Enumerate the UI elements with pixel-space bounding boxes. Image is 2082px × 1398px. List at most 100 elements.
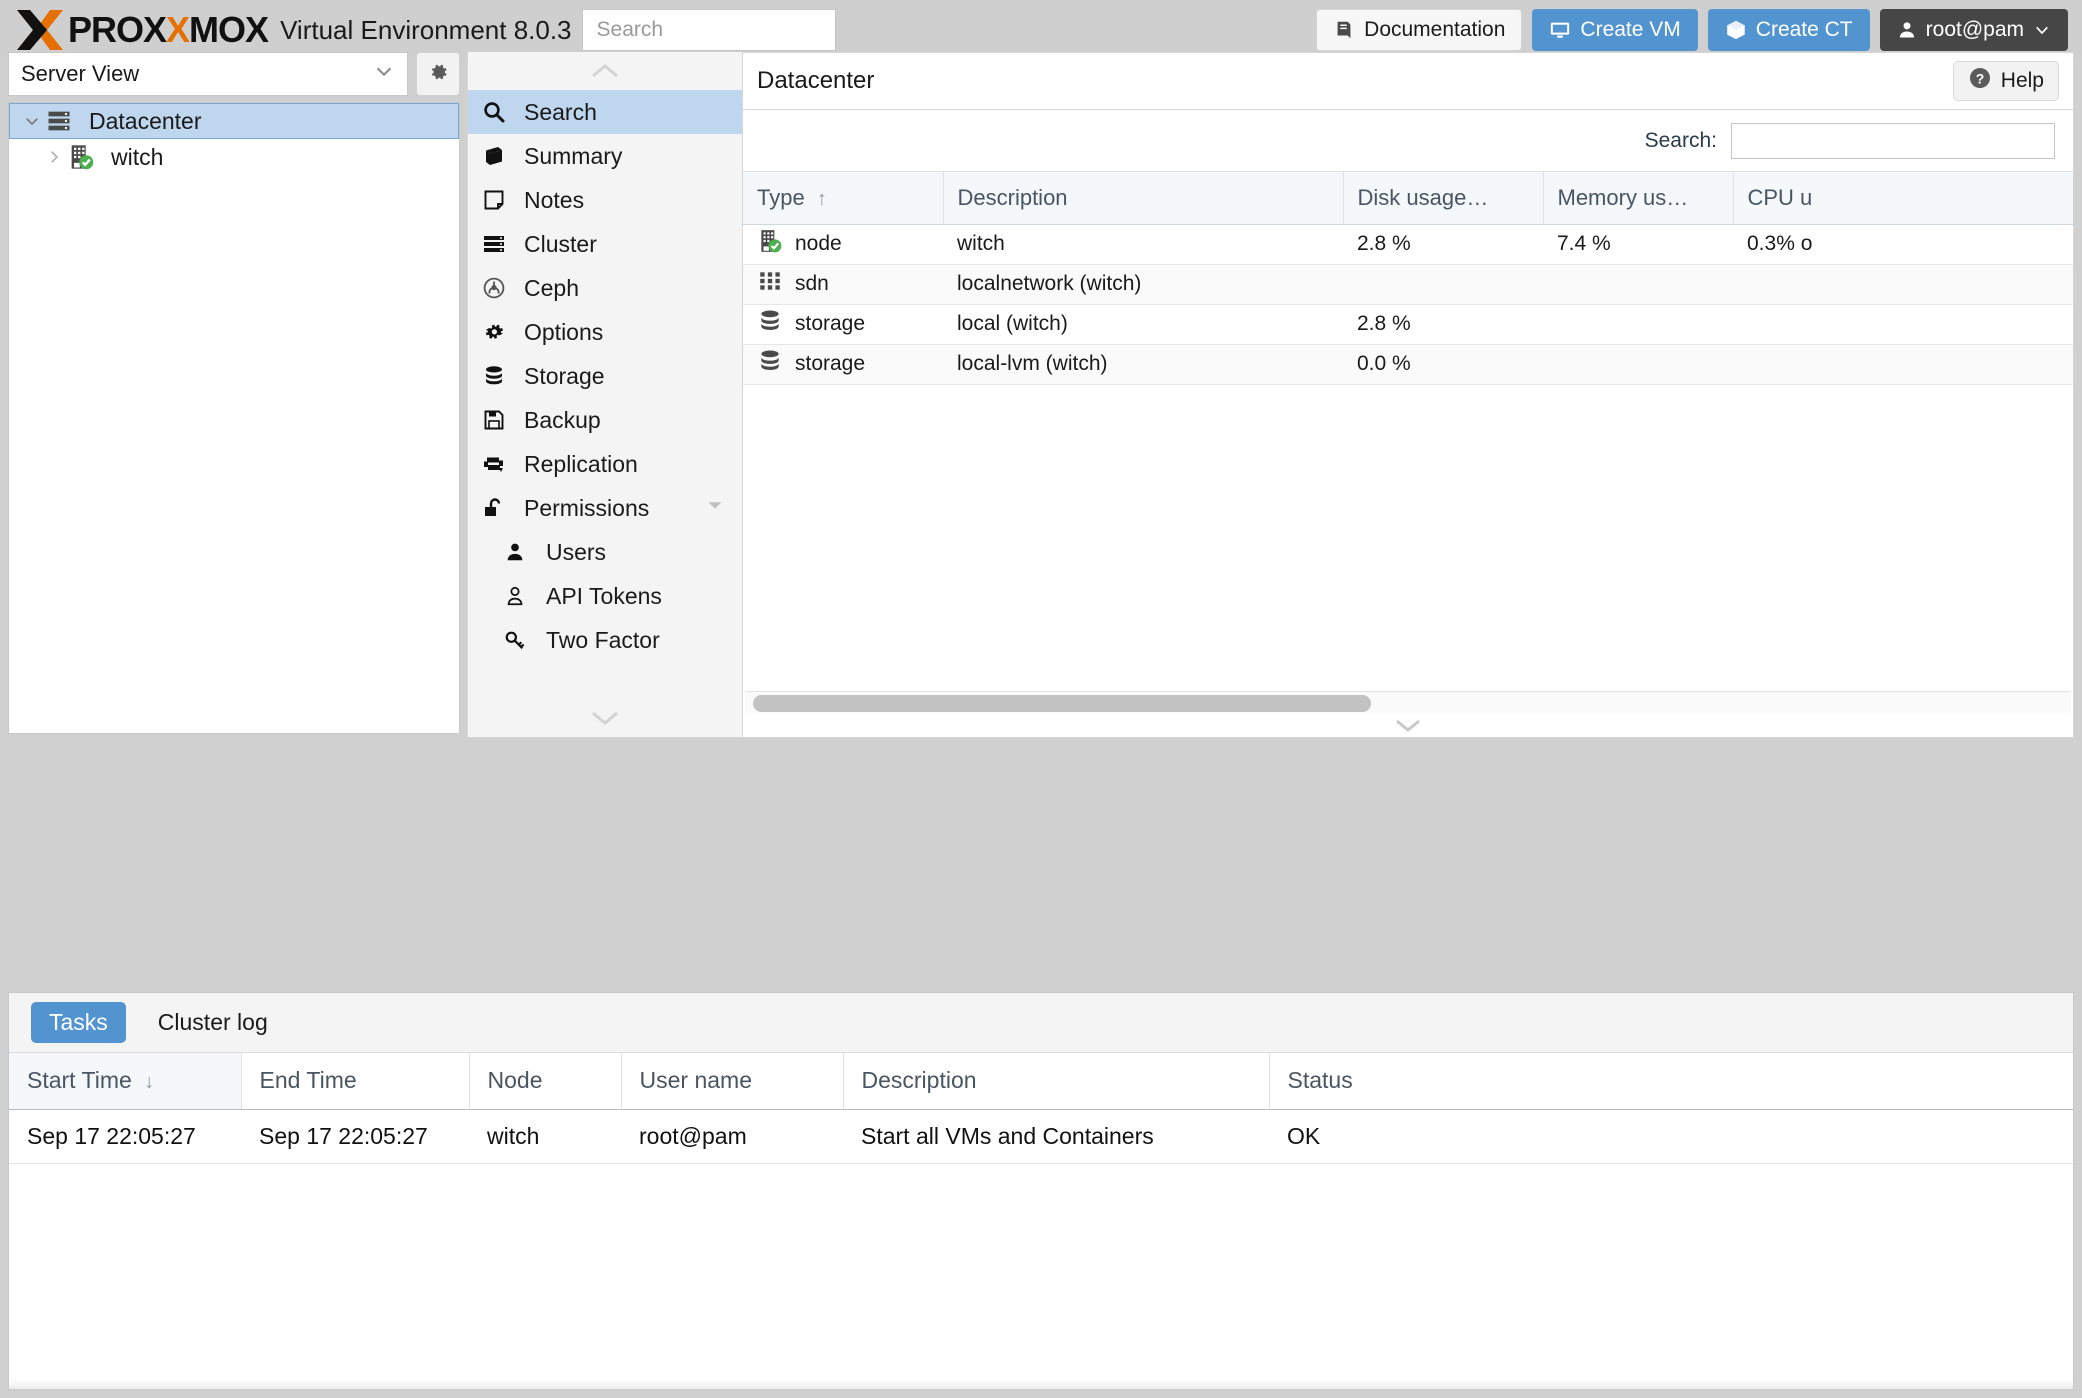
user-menu-label: root@pam [1926,18,2024,42]
nav-items-list: Search Summary Notes Cluster Ceph [468,90,742,662]
resource-tree: Datacenter witch [8,102,460,734]
cell-type: sdn [743,264,943,304]
help-button[interactable]: ? Help [1953,61,2059,101]
cell-description: Start all VMs and Containers [843,1109,1269,1163]
nav-item-replication[interactable]: Replication [468,442,742,486]
nav-item-notes[interactable]: Notes [468,178,742,222]
column-header-end-time[interactable]: End Time [241,1053,469,1109]
panel-collapse-handle[interactable] [743,713,2073,737]
grid-search-input[interactable] [1731,123,2055,159]
row-type-label: sdn [795,272,829,296]
nav-item-options[interactable]: Options [468,310,742,354]
column-header-user-name[interactable]: User name [621,1053,843,1109]
create-ct-label: Create CT [1756,18,1853,42]
nav-item-label: Storage [524,363,605,390]
ceph-icon [482,276,512,300]
tab-tasks[interactable]: Tasks [31,1002,126,1043]
user-icon [1897,20,1917,40]
sdn-icon [757,268,783,300]
nav-item-label: Users [546,539,606,566]
column-header-disk-usage[interactable]: Disk usage… [1343,172,1543,224]
unlock-icon [482,496,512,520]
top-header-bar: PROXXMOX Virtual Environment 8.0.3 Docum… [0,0,2082,60]
cell-description: local (witch) [943,304,1343,344]
nav-item-label: Permissions [524,495,649,522]
user-filled-icon [504,541,534,563]
cell-description: witch [943,224,1343,264]
tree-item-witch[interactable]: witch [9,139,459,175]
node-online-icon [757,228,783,260]
table-row[interactable]: node witch 2.8 % 7.4 % 0.3% o [743,224,2074,264]
column-header-memory-usage[interactable]: Memory us… [1543,172,1733,224]
create-ct-button[interactable]: Create CT [1708,9,1870,51]
tree-item-datacenter[interactable]: Datacenter [9,103,459,139]
container-cube-icon [1725,19,1747,41]
column-header-status[interactable]: Status [1269,1053,2074,1109]
proxmox-wordmark: PROXXMOX [68,12,268,48]
table-row[interactable]: Sep 17 22:05:27 Sep 17 22:05:27 witch ro… [9,1109,2074,1163]
chevron-right-icon[interactable] [41,148,67,166]
nav-item-summary[interactable]: Summary [468,134,742,178]
nav-item-storage[interactable]: Storage [468,354,742,398]
chevron-down-icon[interactable] [19,112,45,130]
user-outline-icon [504,585,534,607]
nav-item-label: Cluster [524,231,597,258]
table-row[interactable]: storage local-lvm (witch) 0.0 % [743,344,2074,384]
chevron-down-icon[interactable] [704,494,726,522]
nav-item-two-factor[interactable]: Two Factor [468,618,742,662]
nav-scroll-down-button[interactable] [468,699,742,737]
global-search-input[interactable] [595,17,823,43]
horizontal-scrollbar[interactable] [745,691,2071,713]
column-header-node[interactable]: Node [469,1053,621,1109]
row-type-label: storage [795,312,865,336]
nav-item-label: Notes [524,187,584,214]
create-vm-button[interactable]: Create VM [1532,9,1697,51]
table-header-row: Type ↑ Description Disk usage… Memory us… [743,172,2074,224]
nav-item-search[interactable]: Search [468,90,742,134]
documentation-button[interactable]: Documentation [1316,9,1522,51]
table-row[interactable]: sdn localnetwork (witch) [743,264,2074,304]
nav-item-backup[interactable]: Backup [468,398,742,442]
cell-status: OK [1269,1109,2074,1163]
column-header-description[interactable]: Description [843,1053,1269,1109]
cell-memory-usage: 7.4 % [1543,224,1733,264]
proxmox-x-icon [14,8,66,52]
nav-item-cluster[interactable]: Cluster [468,222,742,266]
cell-disk-usage: 2.8 % [1343,224,1543,264]
nav-item-ceph[interactable]: Ceph [468,266,742,310]
table-row[interactable]: storage local (witch) 2.8 % [743,304,2074,344]
cell-user-name: root@pam [621,1109,843,1163]
tab-cluster-log[interactable]: Cluster log [140,1002,286,1043]
datacenter-icon [45,107,79,135]
global-search-box[interactable] [582,9,836,51]
column-header-type[interactable]: Type ↑ [743,172,943,224]
nav-item-permissions[interactable]: Permissions [468,486,742,530]
column-label: Start Time [27,1067,132,1093]
nav-item-api-tokens[interactable]: API Tokens [468,574,742,618]
cell-cpu-usage [1733,304,2074,344]
brand-suffix: MOX [189,9,268,50]
product-title: Virtual Environment 8.0.3 [280,15,571,46]
row-type-label: storage [795,352,865,376]
chevron-down-icon [2033,21,2051,39]
proxmox-logo[interactable]: PROXXMOX [14,0,268,60]
page-title: Datacenter [757,67,874,95]
nav-item-label: API Tokens [546,583,662,610]
cell-end-time: Sep 17 22:05:27 [241,1109,469,1163]
user-menu-button[interactable]: root@pam [1880,9,2068,51]
cell-memory-usage [1543,304,1733,344]
sidebar-settings-button[interactable] [416,52,460,96]
bottom-task-panel: Tasks Cluster log Start Time ↓ End Time … [8,992,2074,1390]
view-selector[interactable]: Server View [8,52,408,96]
cell-cpu-usage [1733,344,2074,384]
nav-scroll-up-button[interactable] [468,52,742,90]
documentation-label: Documentation [1364,18,1505,42]
cell-cpu-usage: 0.3% o [1733,224,2074,264]
nav-item-users[interactable]: Users [468,530,742,574]
scrollbar-thumb[interactable] [753,695,1371,712]
floppy-icon [482,408,512,432]
column-header-description[interactable]: Description [943,172,1343,224]
column-header-cpu-usage[interactable]: CPU u [1733,172,2074,224]
gear-icon [426,60,450,89]
column-header-start-time[interactable]: Start Time ↓ [9,1053,241,1109]
